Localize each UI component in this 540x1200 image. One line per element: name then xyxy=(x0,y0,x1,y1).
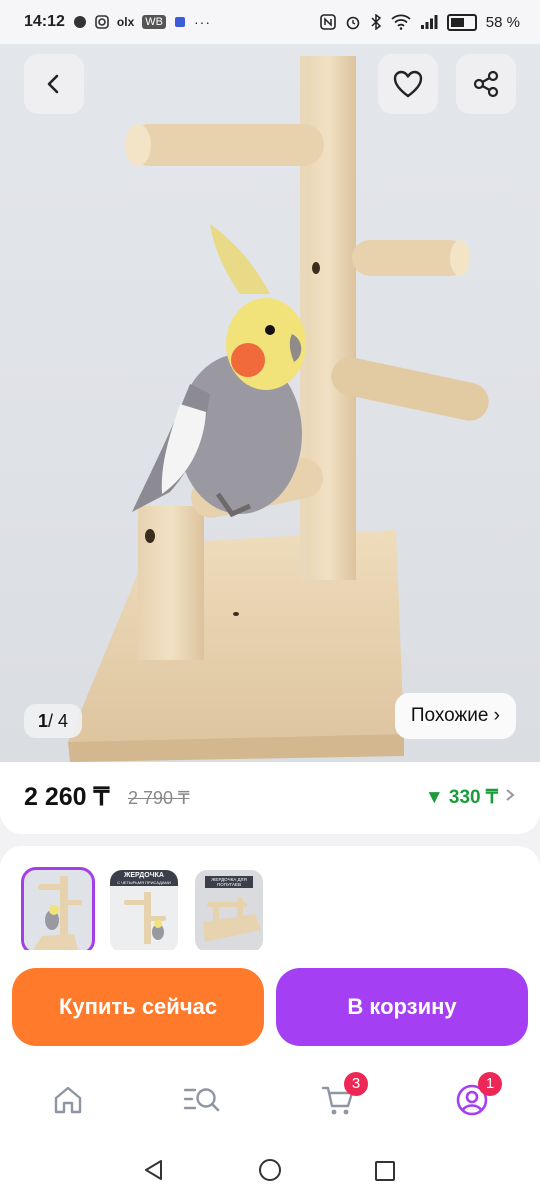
battery-percent: 58 % xyxy=(485,13,520,31)
cart-badge: 3 xyxy=(344,1072,368,1096)
signal-icon xyxy=(420,15,438,29)
old-price: 2 790 ₸ xyxy=(128,788,190,808)
thumbnail-3[interactable]: ЖЕРДОЧКА ДЛЯ ПОПУГАЕВ xyxy=(195,870,263,952)
purchase-actions: Купить сейчас В корзину xyxy=(0,950,540,1056)
profile-badge: 1 xyxy=(478,1072,502,1096)
thumbnail-1[interactable] xyxy=(21,867,95,955)
gallery-counter-current: 1 xyxy=(38,711,49,731)
thumbnail-1-image xyxy=(24,870,92,952)
battery-icon xyxy=(446,13,477,31)
product-image xyxy=(68,56,489,762)
nav-back-icon[interactable] xyxy=(142,1158,166,1182)
status-bar: 14:12 olx WB ··· 58 % xyxy=(0,0,540,44)
back-button[interactable] xyxy=(24,54,84,114)
tab-catalog[interactable] xyxy=(180,1078,224,1122)
similar-button[interactable]: Похожие › xyxy=(394,693,516,739)
tab-profile[interactable]: 1 xyxy=(450,1072,502,1122)
tab-cart[interactable]: 3 xyxy=(316,1072,368,1122)
bluetooth-icon xyxy=(371,14,381,30)
catalog-search-icon xyxy=(183,1088,220,1112)
instagram-notification-icon xyxy=(95,15,109,29)
nfc-icon xyxy=(319,14,336,30)
nav-home-icon[interactable] xyxy=(258,1158,282,1182)
chevron-right-icon xyxy=(506,789,515,801)
product-gallery[interactable]: 1/ 4 Похожие › xyxy=(0,44,540,762)
favorite-button[interactable] xyxy=(378,54,438,114)
alarm-icon xyxy=(346,16,360,30)
nav-recents-icon[interactable] xyxy=(374,1160,396,1182)
olx-notification-icon: olx xyxy=(116,15,135,29)
heart-icon xyxy=(393,70,423,98)
share-button[interactable] xyxy=(456,54,516,114)
more-notifications-icon: ··· xyxy=(194,14,211,30)
wifi-icon xyxy=(391,14,411,30)
app-notification-icon xyxy=(175,17,185,27)
status-notification-icons: olx WB ··· xyxy=(73,14,211,30)
chat-notification-icon xyxy=(73,16,86,28)
thumbnail-strip: ЖЕРДОЧКА С ЧЕТЫРЬМЯ ПРИСАДАМИ ЖЕРДОЧКА Д… xyxy=(0,846,540,966)
buy-now-button[interactable]: Купить сейчас xyxy=(12,968,264,1046)
tab-home[interactable] xyxy=(46,1078,90,1122)
current-price: 2 260 ₸ xyxy=(24,783,110,811)
thumbnail-2-caption: ЖЕРДОЧКА xyxy=(124,872,164,879)
thumbnail-2-subcaption: С ЧЕТЫРЬМЯ ПРИСАДАМИ xyxy=(117,880,171,885)
bottom-tab-bar: 3 1 xyxy=(0,1056,540,1138)
thumbnail-3-caption: ЖЕРДОЧКА ДЛЯ ПОПУГАЕВ xyxy=(211,877,247,887)
discount-amount: ▼ 330 ₸ xyxy=(424,787,498,808)
status-system-icons: 58 % xyxy=(319,0,520,44)
back-icon xyxy=(47,74,59,94)
system-navigation-bar xyxy=(0,1138,540,1200)
gallery-counter-total: / 4 xyxy=(48,711,69,731)
thumbnail-2[interactable]: ЖЕРДОЧКА С ЧЕТЫРЬМЯ ПРИСАДАМИ xyxy=(110,870,178,952)
share-icon xyxy=(473,70,499,98)
status-time: 14:12 xyxy=(24,13,65,30)
wb-notification-icon: WB xyxy=(142,15,166,29)
add-to-cart-button[interactable]: В корзину xyxy=(276,968,528,1046)
gallery-counter: 1/ 4 xyxy=(24,704,83,738)
home-icon xyxy=(54,1086,82,1114)
price-card[interactable]: 2 260 ₸ 2 790 ₸ ▼ 330 ₸ xyxy=(0,762,540,834)
